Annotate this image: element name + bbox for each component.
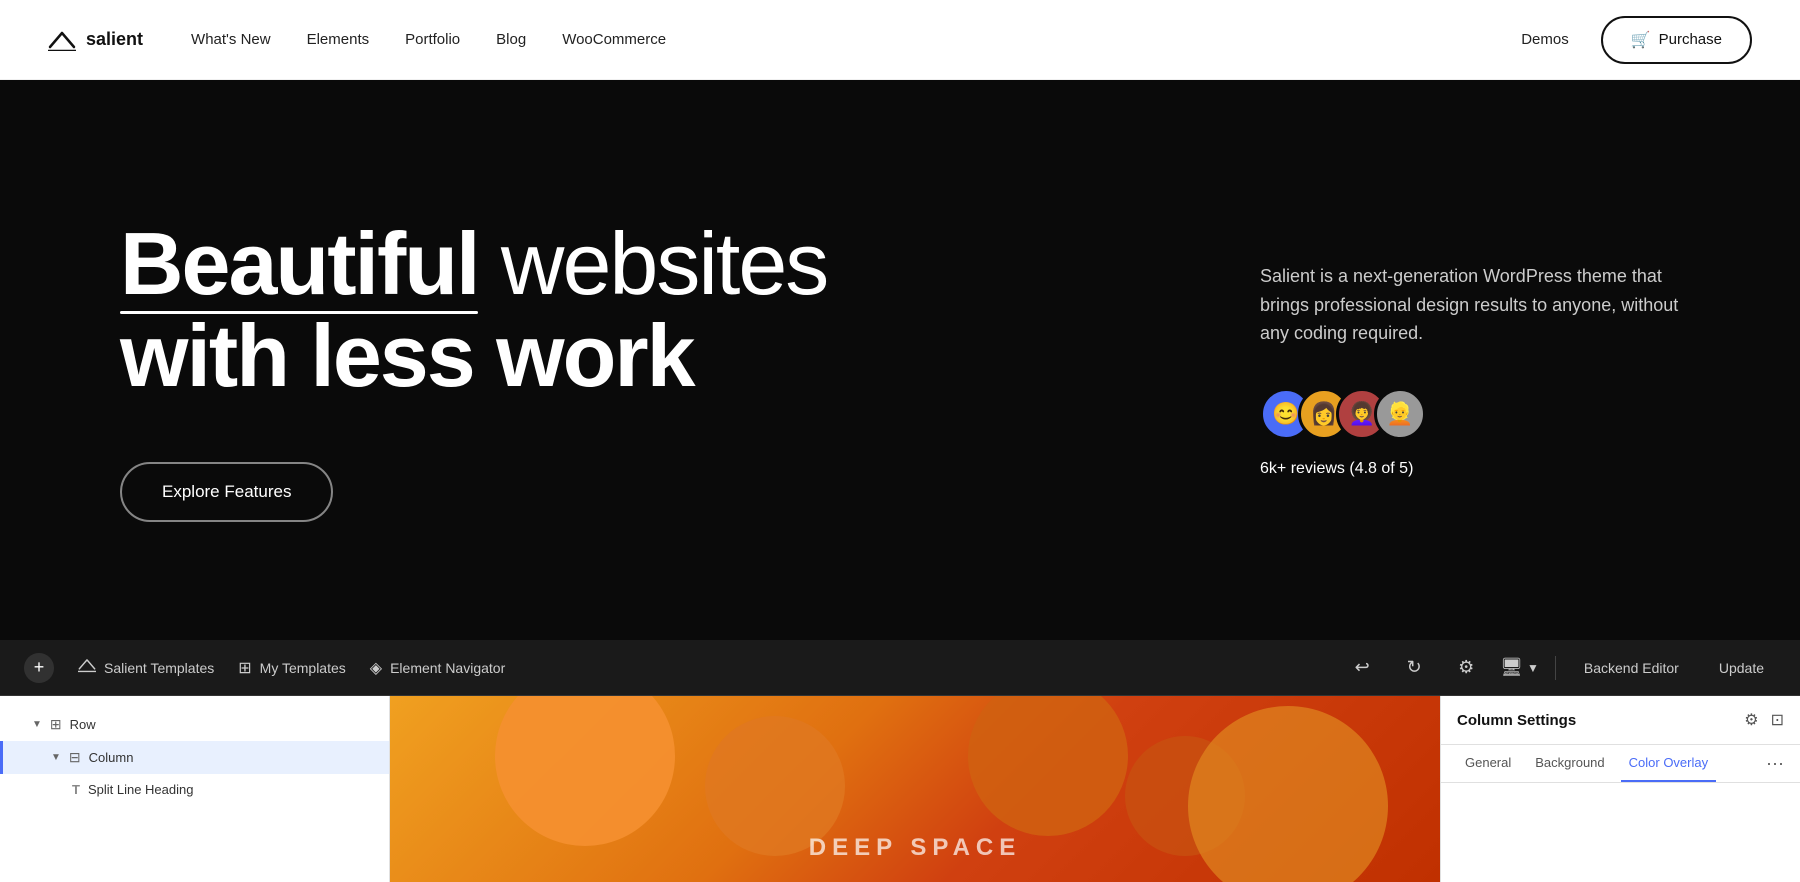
hero-heading-line1: Beautiful websites: [120, 218, 827, 310]
responsive-button[interactable]: 🖥 ▼: [1500, 657, 1539, 678]
settings-header: Column Settings ⚙ ⊡: [1441, 696, 1800, 745]
hero-section: Beautiful websites with less work Explor…: [0, 80, 1800, 640]
preview-text: DEEP SPACE: [809, 834, 1022, 862]
preview-canvas: DEEP SPACE: [390, 696, 1440, 882]
tree-label-split-line-heading: Split Line Heading: [88, 782, 194, 797]
tree-icon-text: T: [72, 782, 80, 797]
redo-button[interactable]: ↻: [1396, 650, 1432, 686]
tree-icon-column: ⊟: [69, 749, 81, 766]
hero-left: Beautiful websites with less work Explor…: [120, 218, 827, 523]
tree-icon-row: ⊞: [50, 716, 62, 733]
tree-item-column[interactable]: ▼ ⊟ Column: [0, 741, 389, 774]
settings-tab-color-overlay[interactable]: Color Overlay: [1621, 745, 1716, 782]
editor-preview: DEEP SPACE: [390, 696, 1440, 882]
hero-heading: Beautiful websites with less work: [120, 218, 827, 403]
editor-content: ▼ ⊞ Row ▼ ⊟ Column T Split Line Heading: [0, 696, 1800, 882]
settings-button[interactable]: ⚙: [1448, 650, 1484, 686]
nav-elements[interactable]: Elements: [307, 31, 370, 48]
navbar-left: salient What's New Elements Portfolio Bl…: [48, 29, 666, 51]
preview-circle-5: [1188, 706, 1388, 882]
cart-icon: 🛒: [1631, 30, 1651, 50]
undo-button[interactable]: ↩: [1344, 650, 1380, 686]
my-templates-icon: ⊞: [238, 658, 251, 678]
element-tree: ▼ ⊞ Row ▼ ⊟ Column T Split Line Heading: [0, 696, 390, 882]
settings-panel-title: Column Settings: [1457, 712, 1576, 729]
toolbar-divider: [1555, 656, 1556, 680]
reviews-score: (4.8 of 5): [1349, 460, 1413, 477]
preview-circle-1: [495, 696, 675, 846]
avatar-4: 👱: [1374, 388, 1426, 440]
my-templates-tab[interactable]: ⊞ My Templates: [238, 654, 346, 682]
nav-portfolio[interactable]: Portfolio: [405, 31, 460, 48]
preview-circle-3: [968, 696, 1128, 836]
nav-whats-new[interactable]: What's New: [191, 31, 271, 48]
navbar-right: Demos 🛒 Purchase: [1521, 16, 1752, 64]
settings-tab-background[interactable]: Background: [1527, 745, 1612, 782]
editor-toolbar: + Salient Templates ⊞ My Templates ◈ Ele…: [0, 640, 1800, 696]
hero-heading-line2: with less work: [120, 310, 827, 402]
logo-text: salient: [86, 29, 143, 50]
logo[interactable]: salient: [48, 29, 143, 51]
tree-arrow-row: ▼: [32, 719, 42, 730]
purchase-label: Purchase: [1659, 31, 1722, 48]
responsive-arrow-icon: ▼: [1527, 661, 1539, 675]
hero-right: Salient is a next-generation WordPress t…: [1260, 262, 1680, 478]
tree-label-row: Row: [70, 717, 96, 732]
element-navigator-tab[interactable]: ◈ Element Navigator: [370, 654, 505, 682]
hero-description: Salient is a next-generation WordPress t…: [1260, 262, 1680, 348]
settings-more-button[interactable]: ···: [1766, 753, 1784, 774]
update-button[interactable]: Update: [1707, 652, 1776, 684]
toolbar-left: + Salient Templates ⊞ My Templates ◈ Ele…: [24, 653, 505, 683]
reviews-text: 6k+ reviews (4.8 of 5): [1260, 460, 1680, 478]
logo-icon: [48, 29, 76, 51]
reviews-count: 6k+ reviews: [1260, 460, 1349, 477]
element-navigator-icon: ◈: [370, 658, 382, 678]
salient-templates-label: Salient Templates: [104, 660, 214, 676]
toolbar-right: ↩ ↻ ⚙ 🖥 ▼ Backend Editor Update: [1344, 650, 1776, 686]
salient-templates-tab[interactable]: Salient Templates: [78, 653, 214, 682]
settings-tabs: General Background Color Overlay ···: [1441, 745, 1800, 783]
settings-tab-general[interactable]: General: [1457, 745, 1519, 782]
reviews-row: 😊 👩 👩‍🦱 👱: [1260, 388, 1680, 456]
backend-editor-button[interactable]: Backend Editor: [1572, 652, 1691, 684]
nav-links: What's New Elements Portfolio Blog WooCo…: [191, 31, 666, 48]
navbar: salient What's New Elements Portfolio Bl…: [0, 0, 1800, 80]
nav-blog[interactable]: Blog: [496, 31, 526, 48]
element-navigator-label: Element Navigator: [390, 660, 505, 676]
tree-arrow-column: ▼: [51, 752, 61, 763]
monitor-icon: 🖥: [1500, 657, 1523, 678]
settings-expand-icon[interactable]: ⊡: [1771, 710, 1784, 730]
tree-item-row[interactable]: ▼ ⊞ Row: [0, 708, 389, 741]
purchase-button[interactable]: 🛒 Purchase: [1601, 16, 1752, 64]
salient-templates-icon: [78, 657, 96, 678]
hero-underline-word: Beautiful: [120, 218, 478, 310]
tree-label-column: Column: [89, 750, 134, 765]
editor-section: + Salient Templates ⊞ My Templates ◈ Ele…: [0, 640, 1800, 882]
tree-item-split-line-heading[interactable]: T Split Line Heading: [0, 774, 389, 805]
settings-gear-icon[interactable]: ⚙: [1744, 710, 1758, 730]
explore-features-button[interactable]: Explore Features: [120, 462, 333, 522]
nav-woocommerce[interactable]: WooCommerce: [562, 31, 666, 48]
my-templates-label: My Templates: [260, 660, 346, 676]
demos-link[interactable]: Demos: [1521, 31, 1569, 48]
add-element-button[interactable]: +: [24, 653, 54, 683]
settings-header-icons: ⚙ ⊡: [1744, 710, 1784, 730]
column-settings-panel: Column Settings ⚙ ⊡ General Background C…: [1440, 696, 1800, 882]
avatar-group: 😊 👩 👩‍🦱 👱: [1260, 388, 1412, 440]
